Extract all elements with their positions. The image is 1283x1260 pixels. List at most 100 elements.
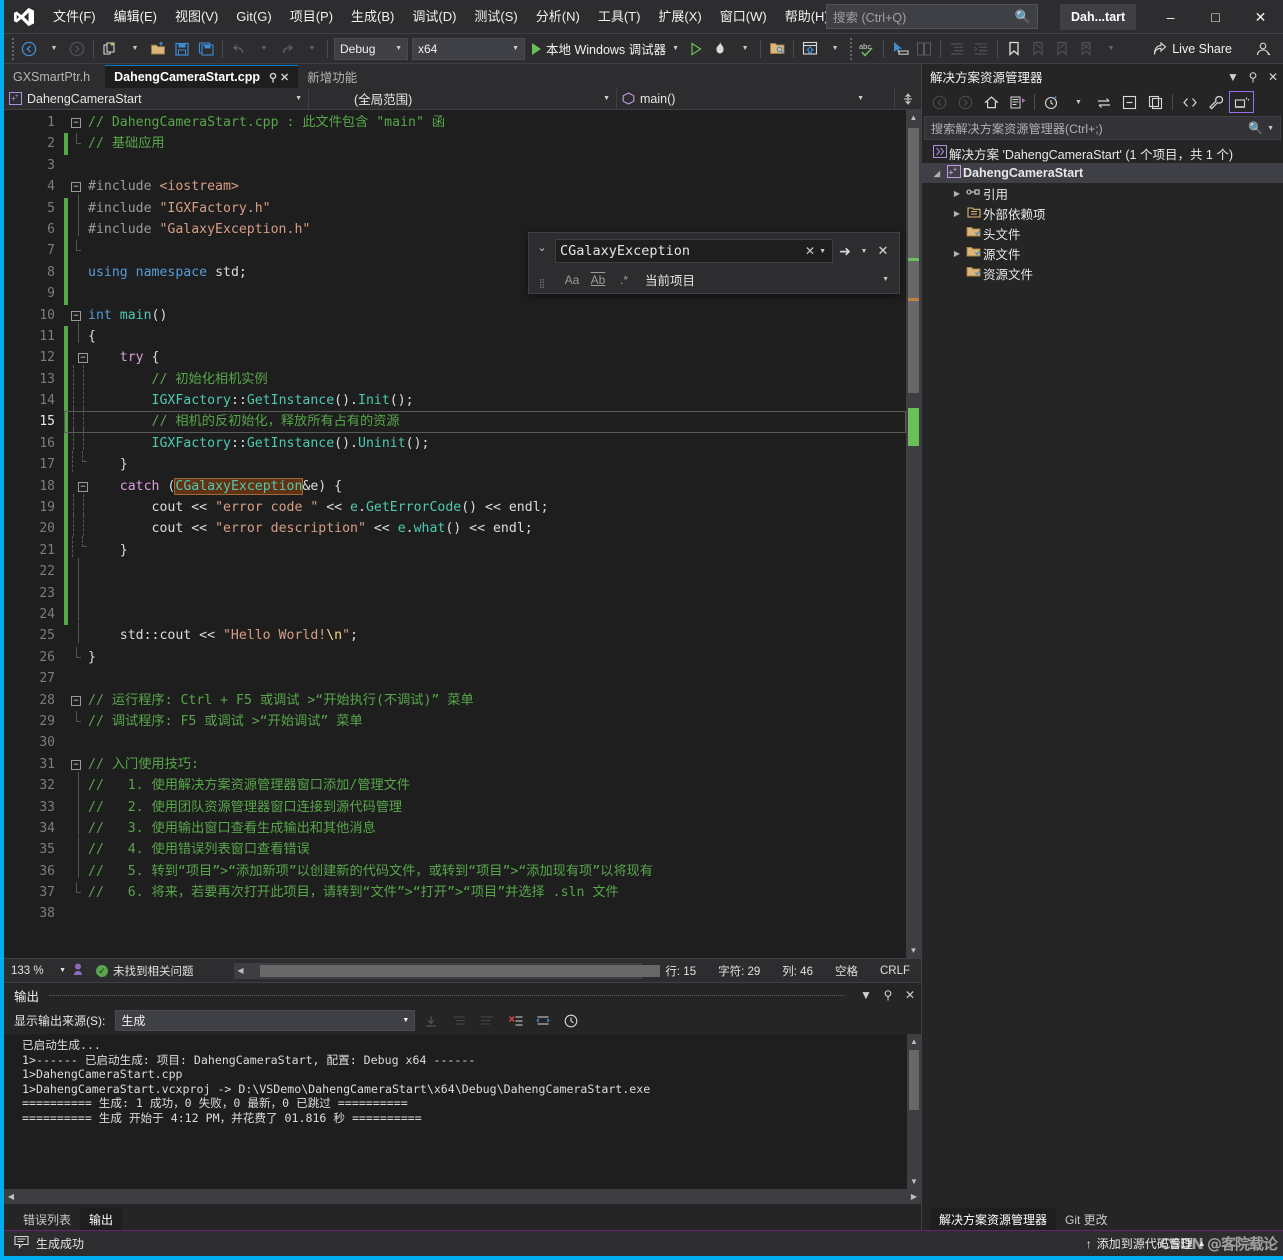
solution-name-chip[interactable]: Dah...tart	[1060, 4, 1137, 30]
pin-icon[interactable]: ⚲	[1243, 70, 1263, 84]
code-line[interactable]: 2 // 基础应用	[4, 133, 906, 155]
code-line[interactable]: 10− int main()	[4, 305, 906, 326]
toolbar-overflow-icon[interactable]: ▼	[1098, 37, 1122, 61]
code-line[interactable]: 14 IGXFactory::GetInstance().Init();	[4, 386, 906, 412]
tree-node-header-files[interactable]: 头文件	[922, 223, 1283, 243]
search-history-dropdown-icon[interactable]: ▼	[819, 248, 828, 255]
code-line[interactable]: 34 // 3. 使用输出窗口查看生成输出和其他消息	[4, 814, 906, 839]
previous-bookmark-icon[interactable]	[1026, 37, 1050, 61]
menu-item-build[interactable]: 生成(B)	[342, 0, 403, 34]
notifications-icon[interactable]	[1212, 1237, 1275, 1251]
tree-node-resource-files[interactable]: 资源文件	[922, 263, 1283, 283]
close-icon[interactable]: ✕	[280, 71, 289, 84]
code-line[interactable]: 31−// 入门使用技巧:	[4, 754, 906, 775]
toolbar-grip[interactable]	[8, 37, 17, 60]
tab-new-features[interactable]: 新增功能	[298, 65, 373, 88]
pin-icon[interactable]: ⚲	[877, 988, 899, 1002]
select-tool-icon[interactable]	[888, 37, 912, 61]
code-line[interactable]: 37 // 6. 将来，若要再次打开此项目，请转到“文件”>“打开”>“项目”并选…	[4, 882, 906, 903]
find-next-icon[interactable]: ➜	[833, 243, 857, 260]
pending-changes-filter-icon[interactable]	[1039, 91, 1064, 113]
code-line[interactable]: 4− #include <iostream>	[4, 176, 906, 197]
tree-node-solution[interactable]: 解决方案 'DahengCameraStart' (1 个项目，共 1 个)	[922, 143, 1283, 163]
find-direction-dropdown-icon[interactable]: ▼	[857, 248, 871, 255]
menu-bar[interactable]: 文件(F) 编辑(E) 视图(V) Git(G) 项目(P) 生成(B) 调试(…	[44, 0, 838, 34]
code-line[interactable]: 3	[4, 155, 906, 176]
code-line[interactable]: 35 // 4. 使用错误列表窗口查看错误	[4, 835, 906, 860]
code-line[interactable]: 26}	[4, 646, 906, 668]
code-line[interactable]: 22	[4, 557, 906, 583]
open-file-icon[interactable]	[146, 37, 170, 61]
find-message-icon[interactable]	[419, 1010, 443, 1032]
code-line[interactable]: 20 cout << "error description" << e.what…	[4, 514, 906, 540]
hot-reload-icon[interactable]	[708, 37, 732, 61]
preview-selected-items-icon[interactable]	[1229, 91, 1254, 113]
tree-node-source-files[interactable]: ▶ 源文件	[922, 243, 1283, 263]
close-button[interactable]: ✕	[1238, 0, 1283, 34]
navigate-forward-icon[interactable]	[65, 37, 89, 61]
menu-item-analyze[interactable]: 分析(N)	[527, 0, 589, 34]
clear-search-icon[interactable]: ✕	[801, 244, 819, 258]
hscroll-track[interactable]	[248, 963, 660, 979]
code-line[interactable]: 29 // 调试程序: F5 或调试 >“开始调试” 菜单	[4, 710, 906, 732]
toolbar-grip-2[interactable]	[846, 37, 855, 60]
expander-icon[interactable]: ◢	[930, 169, 944, 178]
code-line[interactable]: 17 }	[4, 450, 906, 476]
code-line[interactable]: 27	[4, 668, 906, 689]
output-source-combo[interactable]: 生成 ▼	[115, 1010, 416, 1031]
tab-output[interactable]: 输出	[80, 1208, 123, 1230]
live-share-button[interactable]: Live Share	[1148, 37, 1237, 61]
start-without-debugging-icon[interactable]	[684, 37, 708, 61]
compare-icon[interactable]	[912, 37, 936, 61]
save-all-icon[interactable]	[194, 37, 218, 61]
expander-icon[interactable]: ▶	[950, 249, 964, 258]
code-editor[interactable]: 1−// DahengCameraStart.cpp : 此文件包含 "main…	[4, 110, 921, 958]
properties-icon[interactable]	[1203, 91, 1228, 113]
code-line[interactable]: 23	[4, 579, 906, 604]
code-line[interactable]: 19 cout << "error code " << e.GetErrorCo…	[4, 493, 906, 519]
search-solution-icon[interactable]	[765, 37, 789, 61]
match-case-icon[interactable]: Aa	[559, 273, 585, 287]
tab-dahengcamerastart-cpp[interactable]: DahengCameraStart.cpp ⚲ ✕	[105, 65, 299, 88]
minimize-button[interactable]: –	[1148, 0, 1193, 34]
filter-dropdown-icon[interactable]: ▼	[1065, 91, 1090, 113]
code-line[interactable]: 12− try {	[4, 347, 906, 369]
tab-gxsmartptr-h[interactable]: GXSmartPtr.h	[4, 65, 106, 88]
code-line[interactable]: 5 #include "IGXFactory.h"	[4, 194, 906, 219]
scroll-left-icon[interactable]: ◀	[4, 1192, 18, 1201]
panel-drag-rail[interactable]	[49, 994, 845, 996]
clear-bookmarks-icon[interactable]	[1074, 37, 1098, 61]
tree-node-project[interactable]: ◢ + + DahengCameraStart	[922, 163, 1283, 183]
solution-tree[interactable]: 解决方案 'DahengCameraStart' (1 个项目，共 1 个) ◢…	[922, 141, 1283, 1204]
panel-menu-icon[interactable]: ▼	[855, 988, 877, 1002]
tree-node-references[interactable]: ▶ 引用	[922, 183, 1283, 203]
menu-item-git[interactable]: Git(G)	[227, 0, 280, 34]
find-scope-dropdown-icon[interactable]: ▼	[882, 276, 895, 283]
use-regex-icon[interactable]: .*	[611, 273, 637, 287]
toggle-word-wrap-icon[interactable]	[531, 1010, 555, 1032]
solution-explorer-home-icon[interactable]	[798, 37, 822, 61]
code-line[interactable]: 16 IGXFactory::GetInstance().Uninit();	[4, 429, 906, 455]
menu-item-project[interactable]: 项目(P)	[281, 0, 342, 34]
back-icon[interactable]	[927, 91, 952, 113]
close-icon[interactable]: ✕	[1263, 70, 1283, 84]
chevron-down-icon[interactable]: ▼	[1267, 125, 1274, 132]
decrease-indent-icon[interactable]	[945, 37, 969, 61]
go-to-next-message-icon[interactable]	[475, 1010, 499, 1032]
code-line[interactable]: 21 }	[4, 536, 906, 562]
pin-icon[interactable]: ⚲	[269, 71, 277, 84]
redo-dropdown[interactable]: ▼	[299, 37, 323, 61]
show-timestamps-icon[interactable]	[559, 1010, 583, 1032]
quick-launch-search[interactable]: 搜索 (Ctrl+Q) 🔍	[826, 4, 1038, 29]
scroll-down-icon[interactable]: ▼	[906, 943, 921, 958]
start-debugging-button[interactable]: 本地 Windows 调试器 ▼	[527, 37, 684, 61]
expander-icon[interactable]: ▶	[950, 189, 964, 198]
tree-node-external-dependencies[interactable]: ▶ 外部依赖项	[922, 203, 1283, 223]
maximize-button[interactable]: □	[1193, 0, 1238, 34]
collapse-all-icon[interactable]	[1117, 91, 1142, 113]
code-line[interactable]: 38	[4, 903, 906, 924]
new-project-icon[interactable]	[98, 37, 122, 61]
issues-status[interactable]: ✓ 未找到相关问题	[90, 963, 194, 979]
indentation-indicator[interactable]: 空格	[824, 963, 869, 979]
expander-icon[interactable]: ▶	[950, 209, 964, 218]
